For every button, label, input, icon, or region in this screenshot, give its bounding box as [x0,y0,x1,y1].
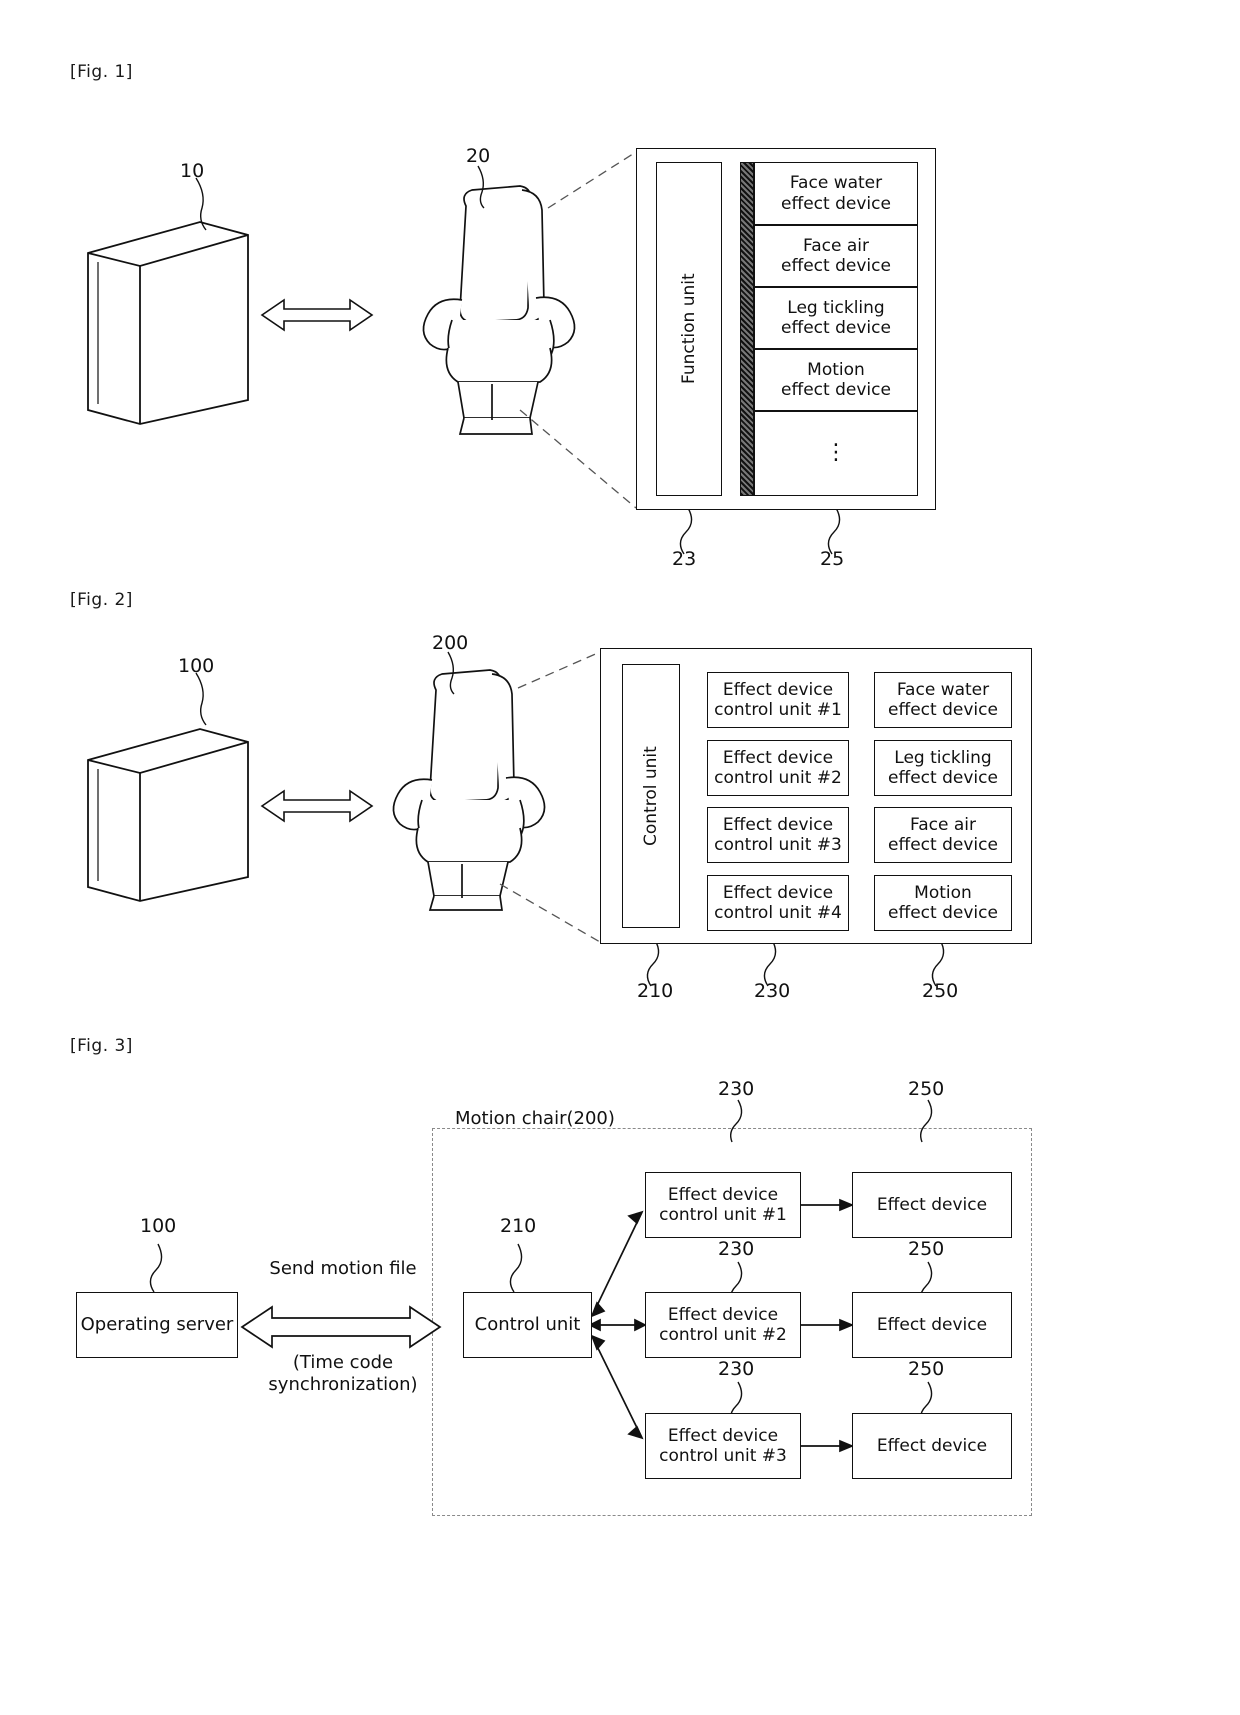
ref-250-fig3-row2: 250 [908,1238,945,1260]
fig3-effect-device-0: Effect device [852,1172,1012,1238]
fig3-effect-device-1: Effect device [852,1292,1012,1358]
fig3-link-label-bottom: (Time code synchronization) [268,1352,418,1395]
fig3-operating-server: Operating server [76,1292,238,1358]
ref-100-fig3: 100 [140,1215,177,1237]
fig3-effect-device-2: Effect device [852,1413,1012,1479]
figure-3-graphics [149,1099,933,1453]
ref-230-fig3-row3: 230 [718,1358,755,1380]
ref-230-fig3-top: 230 [718,1078,755,1100]
ref-250-fig3-row3: 250 [908,1358,945,1380]
fig3-control-unit-2: Effect device control unit #3 [645,1413,801,1479]
fig3-link-label-top: Send motion file [269,1258,417,1279]
fig3-control-unit-1: Effect device control unit #2 [645,1292,801,1358]
fig3-control-unit-0: Effect device control unit #1 [645,1172,801,1238]
fig3-control-unit: Control unit [463,1292,592,1358]
ref-250-fig3-top: 250 [908,1078,945,1100]
ref-230-fig3-row2: 230 [718,1238,755,1260]
ref-210-fig3: 210 [500,1215,537,1237]
